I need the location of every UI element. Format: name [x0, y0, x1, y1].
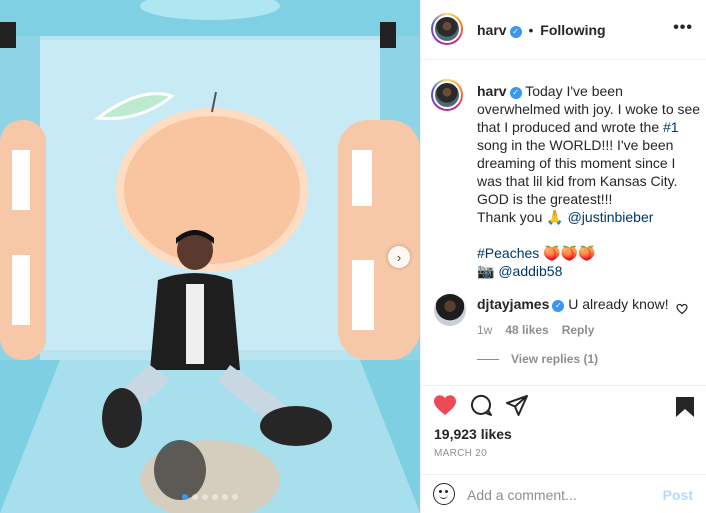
caption-username-link[interactable]: harv — [477, 83, 507, 99]
mention-link[interactable]: @justinbieber — [568, 209, 654, 225]
caption-thanks: Thank you 🙏 — [477, 209, 568, 225]
username-link[interactable]: harv — [477, 22, 507, 38]
photo-scene — [0, 0, 420, 513]
comment-likes-count[interactable]: 48 likes — [505, 323, 548, 337]
share-send-icon[interactable] — [505, 393, 529, 422]
comment-bubble-icon[interactable] — [469, 393, 493, 422]
separator-dot: • — [528, 22, 534, 38]
header-user-line: harv ✓ • Following — [477, 22, 606, 38]
chevron-right-icon: › — [396, 249, 402, 265]
add-comment-bar: Post — [421, 474, 706, 513]
post-date: MARCH 20 — [434, 448, 487, 459]
carousel-dot — [222, 494, 228, 500]
comment-text: djtayjames ✓ U already know! — [477, 296, 669, 312]
hashtag-link[interactable]: #Peaches — [477, 245, 539, 261]
comment-like-icon[interactable] — [676, 303, 688, 318]
following-button[interactable]: Following — [540, 22, 605, 38]
comment-meta: 1w 48 likes Reply — [477, 323, 594, 337]
comment-body: U already know! — [568, 296, 669, 312]
verified-badge-icon: ✓ — [552, 300, 565, 312]
verified-badge-icon: ✓ — [509, 26, 522, 38]
avatar[interactable] — [431, 13, 463, 45]
view-replies-label: View replies (1) — [511, 352, 599, 366]
peach-emojis: 🍑🍑🍑 — [539, 245, 596, 261]
emoji-smile-icon[interactable] — [433, 483, 455, 505]
carousel-dot — [212, 494, 218, 500]
caption-text: harv ✓ Today I've been overwhelmed with j… — [477, 82, 701, 280]
carousel-dot — [182, 494, 188, 500]
post-side-panel: harv ✓ • Following ••• harv ✓ Today I've b… — [420, 0, 706, 513]
comment-input[interactable] — [467, 484, 647, 506]
post-actions: 19,923 likes MARCH 20 Post — [421, 385, 706, 513]
avatar[interactable] — [431, 79, 463, 111]
carousel-dot — [192, 494, 198, 500]
verified-badge-icon: ✓ — [509, 87, 522, 99]
carousel-dot — [202, 494, 208, 500]
avatar[interactable] — [434, 294, 466, 326]
carousel-indicator — [0, 494, 420, 500]
action-icons — [433, 394, 529, 420]
hashtag-link[interactable]: #1 — [663, 119, 679, 135]
carousel-dot — [232, 494, 238, 500]
post-comment-button[interactable]: Post — [663, 487, 693, 503]
post-header: harv ✓ • Following ••• — [421, 0, 706, 60]
caption-timestamp[interactable]: 1w — [477, 263, 492, 277]
comment-timestamp[interactable]: 1w — [477, 323, 492, 337]
likes-count[interactable]: 19,923 likes — [434, 426, 512, 442]
reply-button[interactable]: Reply — [562, 323, 595, 337]
next-image-button[interactable]: › — [388, 246, 410, 268]
like-heart-icon[interactable] — [433, 394, 457, 421]
caption-body: song in the WORLD!!! I've been dreaming … — [477, 137, 678, 207]
view-replies-button[interactable]: View replies (1) — [477, 352, 598, 366]
mention-link[interactable]: @addib58 — [498, 263, 562, 279]
post-photo[interactable]: › — [0, 0, 420, 513]
bookmark-icon[interactable] — [675, 396, 695, 423]
more-options-icon[interactable]: ••• — [673, 19, 693, 37]
replies-dash — [477, 359, 499, 361]
comment-username-link[interactable]: djtayjames — [477, 296, 549, 312]
